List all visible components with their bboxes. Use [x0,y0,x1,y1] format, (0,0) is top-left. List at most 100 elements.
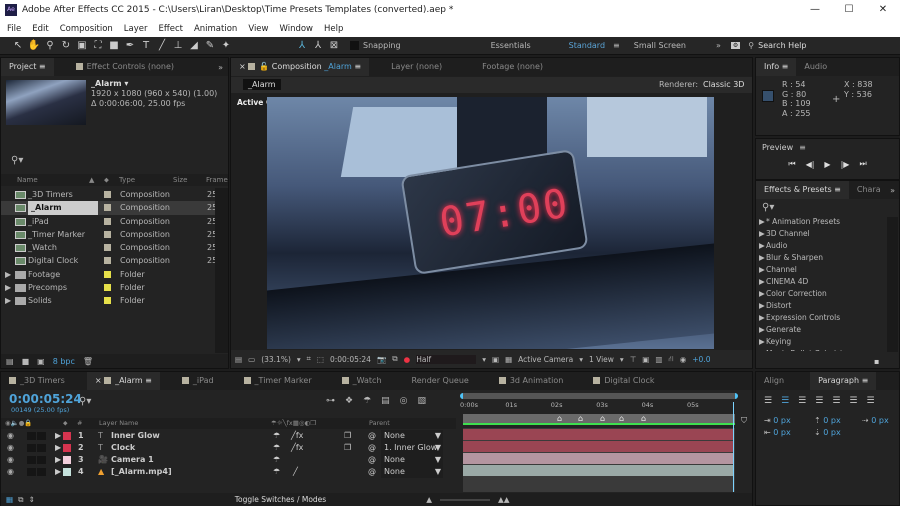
effect-category[interactable]: ▶ Audio [756,240,886,252]
camera-tool-icon[interactable]: ▣ [74,40,90,51]
views-dropdown[interactable]: 1 View [589,355,614,364]
camera-dropdown[interactable]: Active Camera [518,355,573,364]
next-frame-button[interactable]: |▶ [841,160,850,169]
shy-switch-icon[interactable]: ☂ [273,430,280,442]
effects-switch-icon[interactable]: ╱fx [291,442,303,454]
effect-category[interactable]: ▶Magic Bullet Colorista [756,348,886,351]
solo-box[interactable] [27,468,36,476]
label-color[interactable] [104,297,111,305]
align-center-icon[interactable]: ☰ [781,396,789,406]
timeline-tab[interactable]: _Timer Marker [236,372,320,390]
menu-file[interactable]: File [7,24,21,34]
layer-row[interactable]: ◉ ▶ 4 ▲ [_Alarm.mp4] ☂ ╱ @ None ▼ [1,466,456,478]
view-axis-icon[interactable]: ⊠ [326,40,342,51]
menu-composition[interactable]: Composition [60,24,113,34]
project-item[interactable]: ▶ Solids Folder [1,294,215,307]
workspace-standard[interactable]: Standard [569,41,605,50]
layer-duration-bar[interactable] [463,429,733,440]
project-search-icon[interactable]: ⚲▾ [11,155,23,166]
composition-viewer[interactable]: 07:00 [267,97,714,349]
marker-icon[interactable]: ⌂ [600,414,605,423]
layer-name[interactable]: Inner Glow [111,430,160,442]
quality-switch-icon[interactable]: ╱ [293,466,298,478]
effect-category[interactable]: ▶ 3D Channel [756,228,886,240]
region-icon[interactable]: ▣ [492,355,499,364]
project-item[interactable]: Digital Clock Composition 25 [1,254,217,267]
motion-blur-icon[interactable]: ◎ [400,396,408,406]
tab-paragraph[interactable]: Paragraph ≡ [810,372,877,390]
effect-category[interactable]: ▶ Blur & Sharpen [756,252,886,264]
timeline-tab[interactable]: _Watch [334,372,390,390]
marker-icon[interactable]: ⌂ [619,414,624,423]
first-frame-button[interactable]: ⏮ [788,159,795,169]
label-color[interactable] [104,257,111,265]
expand-arrow-icon[interactable]: ▶ [5,294,11,307]
toggle-switches-modes-button[interactable]: Toggle Switches / Modes [235,495,326,504]
visibility-eye-icon[interactable]: ◉ [7,454,14,466]
brush-tool-icon[interactable]: ╱ [154,40,170,51]
tab-footage[interactable]: Footage (none) [474,58,551,76]
layer-name[interactable]: [_Alarm.mp4] [111,466,172,478]
timeline-tab[interactable]: Digital Clock [585,372,662,390]
layer-name[interactable]: Camera 1 [111,454,154,466]
type-tool-icon[interactable]: T [138,40,154,51]
project-item[interactable]: ▶ Footage Folder [1,268,215,281]
align-right-icon[interactable]: ☰ [798,396,806,406]
tab-composition[interactable]: × 🔓 Composition _Alarm ≡ [231,58,370,76]
expand-arrow-icon[interactable]: ▶ [55,466,61,478]
expand-arrow-icon[interactable]: ▶ [5,281,11,294]
effect-category[interactable]: ▶ Channel [756,264,886,276]
delete-icon[interactable]: 🗑 [83,357,93,366]
exposure-reset-icon[interactable]: ◉ [680,355,687,364]
tab-project[interactable]: Project ≡ [1,58,54,76]
effect-category[interactable]: ▶ * Animation Presets [756,216,886,228]
menu-effect[interactable]: Effect [159,24,183,34]
solo-box[interactable] [27,444,36,452]
layer-duration-bar[interactable] [463,453,733,464]
resolution-dropdown-icon[interactable]: ▾ [482,355,486,364]
label-color[interactable] [104,284,111,292]
pen-tool-icon[interactable]: ✒ [122,40,138,51]
comp-marker-bin-icon[interactable]: ⛉ [741,416,747,426]
flowchart-icon[interactable]: ⛙ [668,354,673,364]
work-area-bar[interactable]: ⌂ ⌂ ⌂ ⌂ ⌂ [463,414,735,425]
layer-duration-bar[interactable] [463,465,733,476]
channel-icon[interactable]: ● [404,355,411,364]
comp-nav-tab[interactable]: _Alarm [243,79,281,90]
shy-switch-icon[interactable]: ☂ [273,454,280,466]
menu-layer[interactable]: Layer [124,24,148,34]
tab-align[interactable]: Align [756,372,792,390]
tab-effects-presets[interactable]: Effects & Presets ≡ [756,181,849,199]
views-dropdown-icon[interactable]: ▾ [620,355,624,364]
resolution-dropdown[interactable]: Half [416,354,477,364]
project-item[interactable]: ▶ Precomps Folder [1,281,215,294]
expand-arrow-icon[interactable]: ▶ [5,268,11,281]
zoom-dropdown-icon[interactable]: ▾ [297,355,301,364]
col-frame[interactable]: Frame [206,174,228,186]
space-before-field[interactable]: ⇡ 0 px [814,416,841,425]
label-color[interactable] [63,444,71,452]
indent-right-field[interactable]: ⇤ 0 px [764,428,791,437]
selected-item-name[interactable]: _Alarm ▾ [91,79,128,88]
panel-overflow-icon[interactable]: » [218,63,223,72]
3d-layer-icon[interactable]: ❒ [344,442,351,454]
col-type[interactable]: Type [119,174,135,186]
timeline-search-icon[interactable]: ⚲▾ [79,396,91,407]
more-workspaces-button[interactable]: » [716,41,721,50]
label-color[interactable] [104,204,111,212]
marker-icon[interactable]: ⌂ [641,414,646,423]
label-color[interactable] [104,191,111,198]
parent-dropdown[interactable]: None ▼ [381,466,443,478]
marker-icon[interactable]: ⌂ [557,414,562,423]
justify-all-icon[interactable]: ☰ [866,396,874,406]
project-scrollbar[interactable] [215,188,228,353]
label-color[interactable] [63,468,71,476]
zoom-out-icon[interactable]: ▲ [426,495,432,504]
close-button[interactable]: ✕ [866,0,900,20]
in-out-toggle-icon[interactable]: ⇕ [28,495,34,504]
menu-animation[interactable]: Animation [194,24,237,34]
menu-help[interactable]: Help [324,24,343,34]
search-help-input[interactable]: Search Help [758,41,806,50]
clone-stamp-tool-icon[interactable]: ⊥ [170,40,186,51]
world-axis-icon[interactable]: ⅄ [310,40,326,51]
